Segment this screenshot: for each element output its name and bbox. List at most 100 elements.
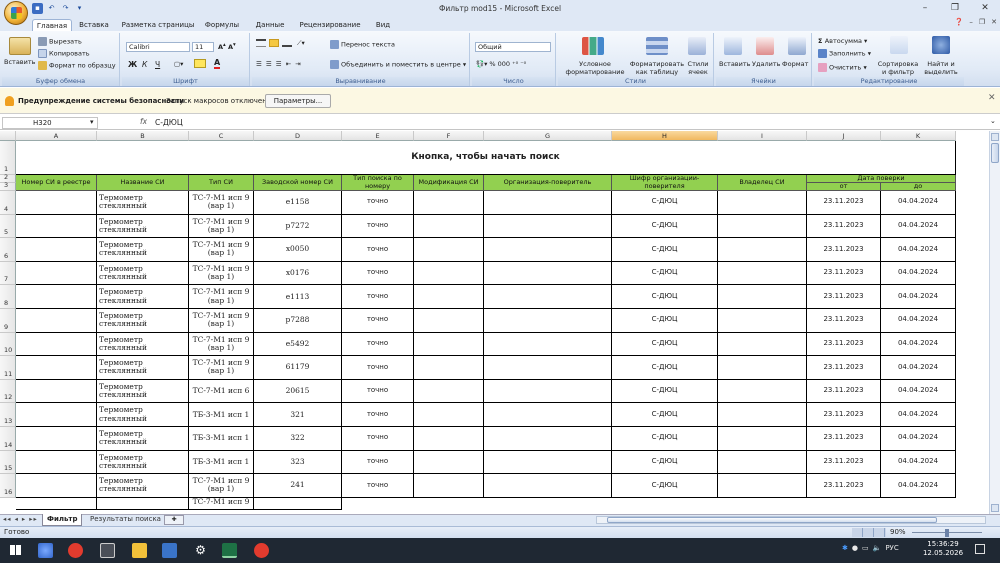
- verifier-org-cell[interactable]: [484, 309, 612, 333]
- date-to-cell[interactable]: 04.04.2024: [881, 261, 956, 286]
- date-to-cell[interactable]: 04.04.2024: [881, 403, 956, 427]
- align-bottom-icon[interactable]: [282, 39, 292, 47]
- verifier-cipher-cell[interactable]: С-ДЮЦ: [612, 427, 718, 451]
- search-type-cell[interactable]: точно: [342, 332, 414, 357]
- row-header[interactable]: 15: [0, 450, 16, 475]
- cell-styles-icon[interactable]: [688, 37, 706, 55]
- align-buttons[interactable]: ☰ ☰ ☰ ⇤ ⇥: [256, 60, 302, 68]
- owner-cell[interactable]: [718, 238, 807, 262]
- row-header[interactable]: 5: [0, 214, 16, 239]
- font-color-icon[interactable]: A: [214, 58, 221, 69]
- select-all-corner[interactable]: [0, 131, 16, 141]
- sheet-tab-results[interactable]: Результаты поиска: [86, 514, 165, 526]
- conditional-format-icon[interactable]: [582, 37, 604, 55]
- owner-cell[interactable]: [718, 214, 807, 239]
- tab-formulas[interactable]: Формулы: [201, 19, 243, 31]
- row-header[interactable]: 7: [0, 261, 16, 286]
- bluetooth-icon[interactable]: ✱: [842, 544, 848, 552]
- search-type-cell[interactable]: точно: [342, 403, 414, 427]
- registry-number-cell[interactable]: [16, 332, 97, 357]
- row-header[interactable]: 3: [0, 181, 16, 191]
- modification-cell[interactable]: [414, 356, 484, 380]
- verifier-org-cell[interactable]: [484, 191, 612, 215]
- registry-number-cell[interactable]: [16, 474, 97, 498]
- owner-cell[interactable]: [718, 261, 807, 286]
- modification-cell[interactable]: [414, 427, 484, 451]
- yandex-app-icon[interactable]: [254, 543, 269, 558]
- row-header[interactable]: 10: [0, 332, 16, 357]
- serial-number-cell[interactable]: 241: [254, 474, 342, 498]
- column-title[interactable]: Тип поиска по номеру: [342, 175, 414, 191]
- horizontal-scroll-thumb[interactable]: [607, 517, 937, 523]
- verifier-cipher-cell[interactable]: С-ДЮЦ: [612, 379, 718, 404]
- registry-number-cell[interactable]: [16, 497, 97, 510]
- registry-number-cell[interactable]: [16, 309, 97, 333]
- calculator-icon[interactable]: [100, 543, 115, 558]
- date-from-cell[interactable]: 23.11.2023: [807, 427, 881, 451]
- registry-number-cell[interactable]: [16, 403, 97, 427]
- ribbon-minimize-icon[interactable]: –: [969, 18, 973, 26]
- row-header[interactable]: 6: [0, 238, 16, 262]
- autosum-button[interactable]: Σ Автосумма ▾: [818, 37, 867, 45]
- search-type-cell[interactable]: точно: [342, 356, 414, 380]
- modification-cell[interactable]: [414, 403, 484, 427]
- tab-data[interactable]: Данные: [252, 19, 288, 31]
- column-title[interactable]: Название СИ: [97, 175, 189, 191]
- verifier-cipher-cell[interactable]: С-ДЮЦ: [612, 474, 718, 498]
- column-header-a[interactable]: A: [16, 131, 97, 141]
- language-indicator[interactable]: РУС: [885, 544, 898, 552]
- instrument-name-cell[interactable]: Термометр стеклянный: [97, 238, 189, 262]
- yandex-browser-icon[interactable]: [68, 543, 83, 558]
- verifier-cipher-cell[interactable]: С-ДЮЦ: [612, 214, 718, 239]
- verifier-cipher-cell[interactable]: С-ДЮЦ: [612, 261, 718, 286]
- instrument-name-cell[interactable]: Термометр стеклянный: [97, 427, 189, 451]
- date-from-cell[interactable]: 23.11.2023: [807, 379, 881, 404]
- date-from-cell[interactable]: 23.11.2023: [807, 191, 881, 215]
- column-title[interactable]: Заводской номер СИ: [254, 175, 342, 191]
- search-button-banner[interactable]: Кнопка, чтобы начать поиск: [16, 141, 956, 175]
- registry-number-cell[interactable]: [16, 191, 97, 215]
- instrument-name-cell[interactable]: Термометр стеклянный: [97, 356, 189, 380]
- search-type-cell[interactable]: точно: [342, 450, 414, 475]
- close-icon[interactable]: ✕: [970, 0, 1000, 17]
- redo-icon[interactable]: ↷: [60, 3, 71, 14]
- registry-number-cell[interactable]: [16, 285, 97, 309]
- view-buttons[interactable]: [852, 528, 886, 537]
- date-from-cell[interactable]: 23.11.2023: [807, 214, 881, 239]
- verifier-org-cell[interactable]: [484, 450, 612, 475]
- verifier-cipher-cell[interactable]: С-ДЮЦ: [612, 309, 718, 333]
- search-type-cell[interactable]: точно: [342, 214, 414, 239]
- instrument-name-cell[interactable]: Термометр стеклянный: [97, 403, 189, 427]
- column-title[interactable]: Владелец СИ: [718, 175, 807, 191]
- registry-number-cell[interactable]: [16, 356, 97, 380]
- registry-number-cell[interactable]: [16, 261, 97, 286]
- tab-review[interactable]: Рецензирование: [297, 19, 363, 31]
- undo-icon[interactable]: ↶: [46, 3, 57, 14]
- date-to-cell[interactable]: 04.04.2024: [881, 450, 956, 475]
- format-as-table-icon[interactable]: [646, 37, 668, 55]
- sort-filter-icon[interactable]: [890, 36, 908, 54]
- verifier-org-cell[interactable]: [484, 427, 612, 451]
- instrument-type-cell[interactable]: ТС-7-М1 исп 9 (вар 1): [189, 356, 254, 380]
- verifier-org-cell[interactable]: [484, 403, 612, 427]
- column-header-d[interactable]: D: [254, 131, 342, 141]
- insert-sheet-icon[interactable]: ✚: [164, 515, 184, 525]
- date-from-cell[interactable]: 23.11.2023: [807, 356, 881, 380]
- verifier-cipher-cell[interactable]: С-ДЮЦ: [612, 356, 718, 380]
- conditional-format-button[interactable]: Условное форматирование: [560, 60, 630, 76]
- serial-number-cell[interactable]: е1158: [254, 191, 342, 215]
- column-title[interactable]: Тип СИ: [189, 175, 254, 191]
- borders-icon[interactable]: ▢▾: [174, 60, 183, 68]
- date-to-header[interactable]: до: [881, 183, 956, 191]
- column-title[interactable]: Шифр организации-поверителя: [612, 175, 718, 191]
- search-type-cell[interactable]: точно: [342, 261, 414, 286]
- date-to-cell[interactable]: 04.04.2024: [881, 356, 956, 380]
- row-header[interactable]: 1: [0, 141, 16, 175]
- date-from-cell[interactable]: 23.11.2023: [807, 403, 881, 427]
- date-to-cell[interactable]: 04.04.2024: [881, 474, 956, 498]
- cell-styles-button[interactable]: Стили ячеек: [684, 60, 712, 76]
- fill-button[interactable]: Заполнить ▾: [818, 49, 871, 58]
- taskbar-app-icon-2[interactable]: [162, 543, 177, 558]
- verifier-org-cell[interactable]: [484, 285, 612, 309]
- instrument-type-cell[interactable]: ТС-7-М1 исп 6: [189, 379, 254, 404]
